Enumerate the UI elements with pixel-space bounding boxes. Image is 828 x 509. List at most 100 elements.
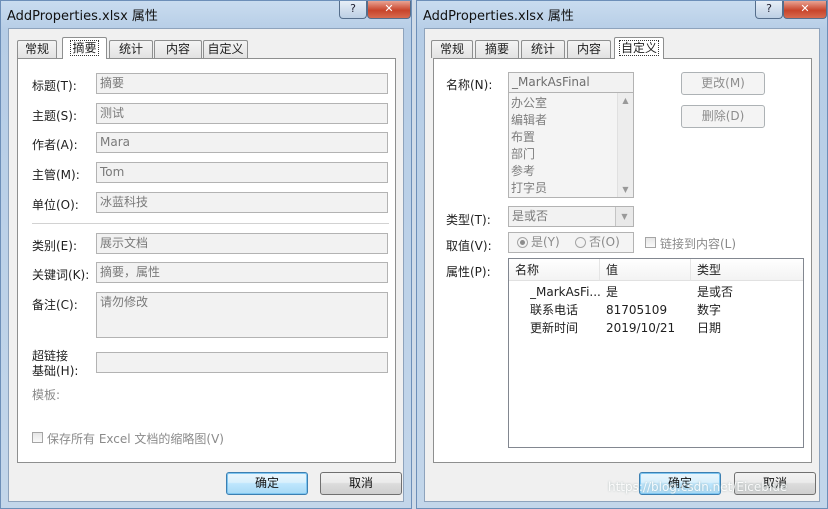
comments-field[interactable]: 请勿修改 — [96, 292, 388, 338]
list-item[interactable]: 打字员 — [511, 180, 547, 197]
modify-button[interactable]: 更改(M) — [681, 72, 765, 95]
section-divider — [32, 223, 389, 225]
row-type[interactable]: 数字 — [697, 301, 721, 319]
row-value[interactable]: 81705109 — [606, 301, 667, 319]
tab-strip: 常规 摘要 统计 内容 自定义 — [425, 29, 819, 59]
row-type[interactable]: 是或否 — [697, 283, 733, 301]
properties-label: 属性(P): — [446, 265, 491, 279]
keywords-label: 关键词(K): — [32, 268, 90, 282]
column-header-name[interactable]: 名称 — [509, 259, 600, 281]
tab-label: 自定义 — [207, 42, 244, 56]
tab-custom[interactable]: 自定义 — [614, 37, 664, 59]
column-header-type[interactable]: 类型 — [691, 259, 803, 281]
value-label: 取值(V): — [446, 239, 492, 253]
custom-panel: 名称(N): _MarkAsFinal 办公室 编辑者 布置 部门 参考 打字员… — [433, 58, 812, 463]
dialog-client: 常规 摘要 统计 内容 自定义 标题(T): 摘要 主题(S): 测试 作者(A… — [8, 28, 404, 502]
cancel-button[interactable]: 取消 — [320, 472, 402, 495]
delete-button[interactable]: 删除(D) — [681, 105, 765, 128]
thumbnail-checkbox[interactable] — [32, 432, 43, 443]
close-icon: ✕ — [384, 2, 394, 15]
link-to-content-checkbox[interactable] — [645, 237, 656, 248]
row-value[interactable]: 是 — [606, 283, 618, 301]
template-label: 模板: — [32, 388, 61, 402]
close-button[interactable]: ✕ — [367, 1, 411, 19]
ok-button[interactable]: 确定 — [226, 472, 308, 495]
tab-statistics[interactable]: 统计 — [109, 40, 153, 58]
yes-radio[interactable] — [517, 237, 528, 248]
tab-custom[interactable]: 自定义 — [203, 40, 248, 58]
row-type[interactable]: 日期 — [697, 319, 721, 337]
comments-label: 备注(C): — [32, 298, 78, 312]
link-to-content-label[interactable]: 链接到内容(L) — [660, 235, 736, 252]
tab-label: 统计 — [530, 42, 555, 56]
custom-properties-dialog: AddProperties.xlsx 属性 ? ✕ 常规 摘要 统计 内容 自定… — [416, 0, 828, 509]
name-combo-input[interactable]: _MarkAsFinal — [508, 72, 634, 93]
help-button[interactable]: ? — [339, 1, 367, 19]
row-name[interactable]: 更新时间 — [530, 319, 600, 337]
column-header-value[interactable]: 值 — [600, 259, 691, 281]
tab-label: 内容 — [576, 42, 601, 56]
author-field[interactable]: Mara — [96, 132, 388, 153]
no-radio[interactable] — [575, 237, 586, 248]
company-field[interactable]: 冰蓝科技 — [96, 192, 388, 213]
row-name[interactable]: 联系电话 — [530, 301, 600, 319]
type-combo-value: 是或否 — [512, 209, 549, 223]
value-radio-group: 是(Y) 否(O) — [508, 232, 634, 253]
list-item[interactable]: 编辑者 — [511, 112, 547, 129]
list-scrollbar[interactable]: ▲ ▼ — [617, 93, 633, 197]
list-item[interactable]: 布置 — [511, 129, 535, 146]
close-button[interactable]: ✕ — [783, 1, 827, 19]
yes-radio-label[interactable]: 是(Y) — [531, 233, 560, 252]
type-combo[interactable]: 是或否 ▼ — [508, 206, 634, 227]
tab-summary[interactable]: 摘要 — [475, 40, 519, 58]
list-item[interactable]: 部门 — [511, 146, 535, 163]
hyperlink-label-line2: 基础(H): — [32, 364, 79, 378]
thumbnail-checkbox-label[interactable]: 保存所有 Excel 文档的缩略图(V) — [47, 430, 224, 447]
tab-strip: 常规 摘要 统计 内容 自定义 — [9, 29, 403, 59]
dialog-title: AddProperties.xlsx 属性 — [423, 9, 574, 24]
type-label: 类型(T): — [446, 213, 491, 227]
manager-field[interactable]: Tom — [96, 162, 388, 183]
help-icon: ? — [350, 2, 356, 15]
no-radio-label[interactable]: 否(O) — [589, 233, 620, 252]
tab-label: 常规 — [24, 42, 49, 56]
row-name[interactable]: _MarkAsFi... — [530, 283, 600, 301]
title-bar[interactable]: AddProperties.xlsx 属性 ? ✕ — [1, 1, 411, 27]
author-label: 作者(A): — [32, 138, 78, 152]
title-label: 标题(T): — [32, 79, 77, 93]
tab-contents[interactable]: 内容 — [567, 40, 611, 58]
scroll-up-icon[interactable]: ▲ — [618, 93, 633, 108]
hyperlink-base-field[interactable] — [96, 352, 388, 373]
tab-contents[interactable]: 内容 — [154, 40, 202, 58]
scroll-down-icon[interactable]: ▼ — [618, 182, 633, 197]
tab-general[interactable]: 常规 — [17, 40, 57, 58]
list-item[interactable]: 办公室 — [511, 95, 547, 112]
chevron-down-icon[interactable]: ▼ — [615, 207, 633, 226]
tab-label: 统计 — [118, 42, 143, 56]
summary-properties-dialog: AddProperties.xlsx 属性 ? ✕ 常规 摘要 统计 内容 自定… — [0, 0, 412, 509]
tab-statistics[interactable]: 统计 — [521, 40, 565, 58]
tab-general[interactable]: 常规 — [431, 40, 473, 58]
title-field[interactable]: 摘要 — [96, 73, 388, 94]
name-label: 名称(N): — [446, 78, 493, 92]
dialog-client: 常规 摘要 统计 内容 自定义 名称(N): _MarkAsFinal 办公室 … — [424, 28, 820, 502]
help-icon: ? — [766, 2, 772, 15]
dialog-title: AddProperties.xlsx 属性 — [7, 9, 158, 24]
row-value[interactable]: 2019/10/21 — [606, 319, 675, 337]
keywords-field[interactable]: 摘要，属性 — [96, 262, 388, 283]
category-field[interactable]: 展示文档 — [96, 233, 388, 254]
category-label: 类别(E): — [32, 239, 77, 253]
properties-list[interactable]: 名称 值 类型 _MarkAsFi... 是 是或否 联系电话 81705109… — [508, 258, 804, 448]
tab-label: 摘要 — [484, 42, 509, 56]
subject-label: 主题(S): — [32, 109, 78, 123]
manager-label: 主管(M): — [32, 168, 80, 182]
tab-summary[interactable]: 摘要 — [62, 37, 107, 59]
title-bar[interactable]: AddProperties.xlsx 属性 ? ✕ — [417, 1, 827, 27]
summary-panel: 标题(T): 摘要 主题(S): 测试 作者(A): Mara 主管(M): T… — [17, 58, 396, 463]
name-list[interactable]: 办公室 编辑者 布置 部门 参考 打字员 ▲ ▼ — [508, 92, 634, 198]
tab-label: 内容 — [165, 42, 190, 56]
help-button[interactable]: ? — [755, 1, 783, 19]
tab-label: 常规 — [439, 42, 464, 56]
list-item[interactable]: 参考 — [511, 163, 535, 180]
subject-field[interactable]: 测试 — [96, 103, 388, 124]
